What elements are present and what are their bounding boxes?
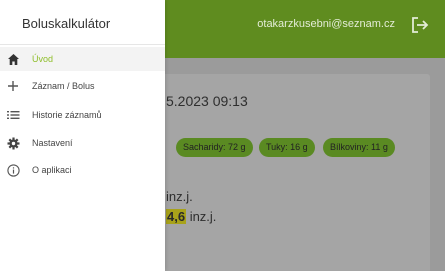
record-datetime: 5.2023 09:13	[166, 93, 248, 109]
chip-protein: Bílkoviny: 11 g	[323, 138, 395, 157]
nav-item-uvod[interactable]: Úvod	[0, 47, 165, 71]
bolus-unit-2: inz.j.	[186, 209, 217, 224]
plus-icon	[6, 79, 20, 93]
bolus-unit-1: inz.j.	[166, 189, 193, 204]
list-icon	[6, 108, 20, 122]
nav-label: Historie záznamů	[32, 110, 102, 120]
bolus-line-1: inz.j.	[166, 189, 193, 204]
user-email: otakarzkusebni@seznam.cz	[257, 18, 395, 30]
nav-item-o-aplikaci[interactable]: O aplikaci	[0, 158, 165, 182]
drawer-divider	[0, 44, 165, 45]
nav-item-nastaveni[interactable]: Nastavení	[0, 131, 165, 155]
record-card: 5.2023 09:13 Sacharidy: 72 g Tuky: 16 g …	[150, 74, 430, 271]
home-icon	[6, 52, 20, 66]
nav-label: O aplikaci	[32, 165, 72, 175]
bolus-line-2: 4,6 inz.j.	[166, 209, 216, 224]
nav-item-historie[interactable]: Historie záznamů	[0, 103, 165, 127]
nav-item-zaznam-bolus[interactable]: Záznam / Bolus	[0, 74, 165, 98]
nav-label: Nastavení	[32, 138, 73, 148]
nav-label: Úvod	[32, 54, 54, 64]
navigation-drawer: Boluskalkulátor Úvod Záznam / Bolus Hist…	[0, 0, 165, 271]
info-icon	[6, 163, 20, 177]
gear-icon	[6, 136, 20, 150]
logout-icon[interactable]	[409, 14, 431, 36]
drawer-title: Boluskalkulátor	[22, 16, 111, 31]
chip-fat: Tuky: 16 g	[259, 138, 315, 157]
chip-carbs: Sacharidy: 72 g	[176, 138, 253, 157]
nav-label: Záznam / Bolus	[32, 81, 95, 91]
bolus-value: 4,6	[166, 209, 187, 224]
